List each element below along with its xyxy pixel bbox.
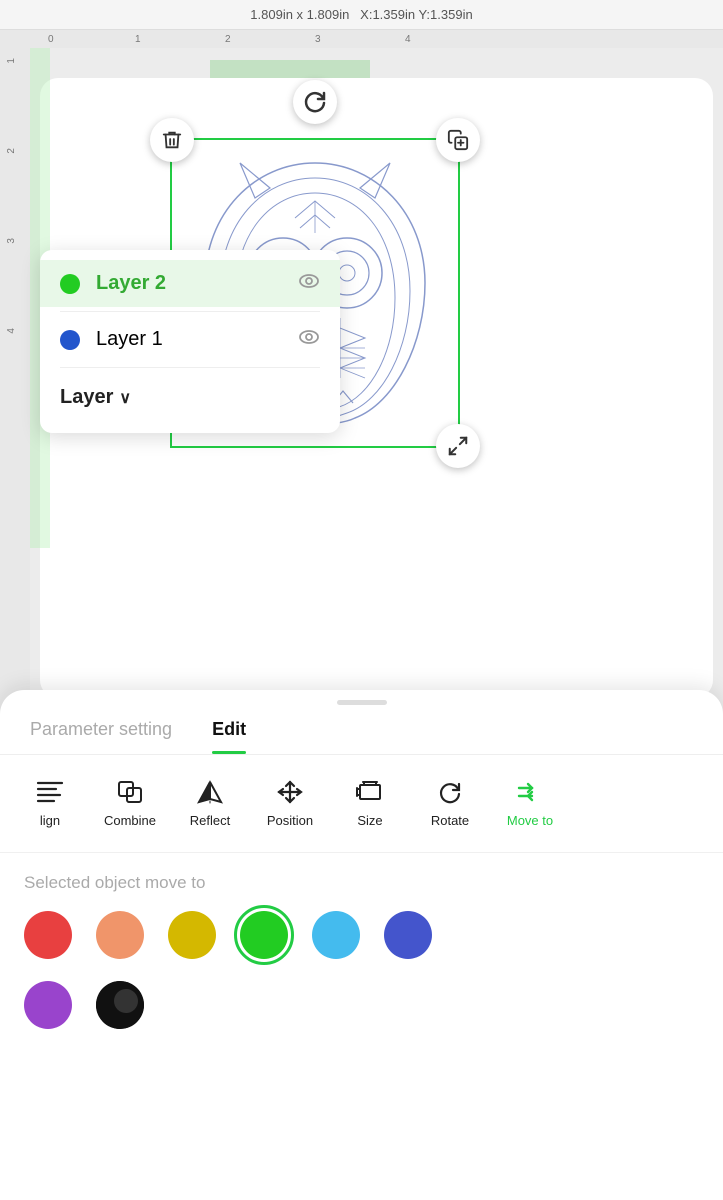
layer-2-visibility-icon[interactable] <box>298 273 320 294</box>
tool-size[interactable]: Size <box>330 771 410 836</box>
tab-parameter-setting[interactable]: Parameter setting <box>30 719 172 754</box>
position-label: Position <box>267 813 313 828</box>
color-dot-orange[interactable] <box>96 911 144 959</box>
layer-divider-2 <box>60 367 320 368</box>
rotate-label: Rotate <box>431 813 469 828</box>
layer-dropdown[interactable]: Layer ∨ <box>40 372 340 423</box>
color-dot-blue[interactable] <box>384 911 432 959</box>
tool-position[interactable]: Position <box>250 771 330 836</box>
color-dot-red[interactable] <box>24 911 72 959</box>
reflect-label: Reflect <box>190 813 230 828</box>
color-dots-row-1 <box>24 911 699 959</box>
layer-divider <box>60 311 320 312</box>
combine-icon <box>116 779 144 809</box>
tick-4: 4 <box>405 34 411 45</box>
combine-label: Combine <box>104 813 156 828</box>
align-icon <box>36 779 64 809</box>
bottom-panel: Parameter setting Edit lign <box>0 690 723 1200</box>
tool-reflect[interactable]: Reflect <box>170 771 250 836</box>
layer-2-item[interactable]: Layer 2 <box>40 260 340 307</box>
color-dot-green[interactable] <box>240 911 288 959</box>
tab-edit[interactable]: Edit <box>212 719 246 754</box>
position-icon <box>276 779 304 809</box>
scale-handle[interactable] <box>436 424 480 468</box>
layer-panel: Layer 2 Layer 1 Layer ∨ <box>40 250 340 433</box>
tick-2: 2 <box>225 34 231 45</box>
tool-combine[interactable]: Combine <box>90 771 170 836</box>
align-label: lign <box>40 813 60 828</box>
tool-align[interactable]: lign <box>10 771 90 836</box>
color-dot-cyan[interactable] <box>312 911 360 959</box>
size-icon <box>356 779 384 809</box>
vtick-1: 1 <box>6 58 17 64</box>
tick-0: 0 <box>48 34 54 45</box>
panel-tabs: Parameter setting Edit <box>0 705 723 755</box>
rotate-icon <box>436 779 464 809</box>
layer-dropdown-label: Layer <box>60 386 113 409</box>
layer-1-item[interactable]: Layer 1 <box>40 316 340 363</box>
vtick-3: 3 <box>6 238 17 244</box>
moveto-section: Selected object move to <box>0 853 723 1071</box>
moon-icon <box>96 981 144 1029</box>
layer-1-visibility-icon[interactable] <box>298 329 320 350</box>
color-dot-yellow[interactable] <box>168 911 216 959</box>
tick-1: 1 <box>135 34 141 45</box>
color-dot-black[interactable] <box>96 981 144 1029</box>
rotate-handle[interactable] <box>293 80 337 124</box>
dimensions-label: 1.809in x 1.809in <box>250 7 349 22</box>
horizontal-ruler: 0 1 2 3 4 <box>30 30 723 48</box>
moveto-description: Selected object move to <box>24 873 699 893</box>
coordinates-label: X:1.359in Y:1.359in <box>360 7 473 22</box>
moveto-label: Move to <box>507 813 553 828</box>
color-dots-row-2 <box>24 981 699 1029</box>
layer-1-dot <box>60 330 80 350</box>
layer-2-name: Layer 2 <box>96 272 298 295</box>
layer-2-dot <box>60 274 80 294</box>
toolbar: lign Combine Reflect <box>0 755 723 853</box>
chevron-down-icon: ∨ <box>119 388 131 408</box>
vtick-4: 4 <box>6 328 17 334</box>
ruler-highlight <box>210 60 370 78</box>
delete-handle[interactable] <box>150 118 194 162</box>
top-bar: 1.809in x 1.809in X:1.359in Y:1.359in <box>0 0 723 30</box>
tool-rotate[interactable]: Rotate <box>410 771 490 836</box>
tool-moveto[interactable]: Move to <box>490 771 570 836</box>
size-label: Size <box>357 813 382 828</box>
reflect-icon <box>196 779 224 809</box>
add-handle[interactable] <box>436 118 480 162</box>
color-dot-purple[interactable] <box>24 981 72 1029</box>
moveto-icon <box>516 779 544 809</box>
vtick-2: 2 <box>6 148 17 154</box>
layer-1-name: Layer 1 <box>96 328 298 351</box>
tick-3: 3 <box>315 34 321 45</box>
